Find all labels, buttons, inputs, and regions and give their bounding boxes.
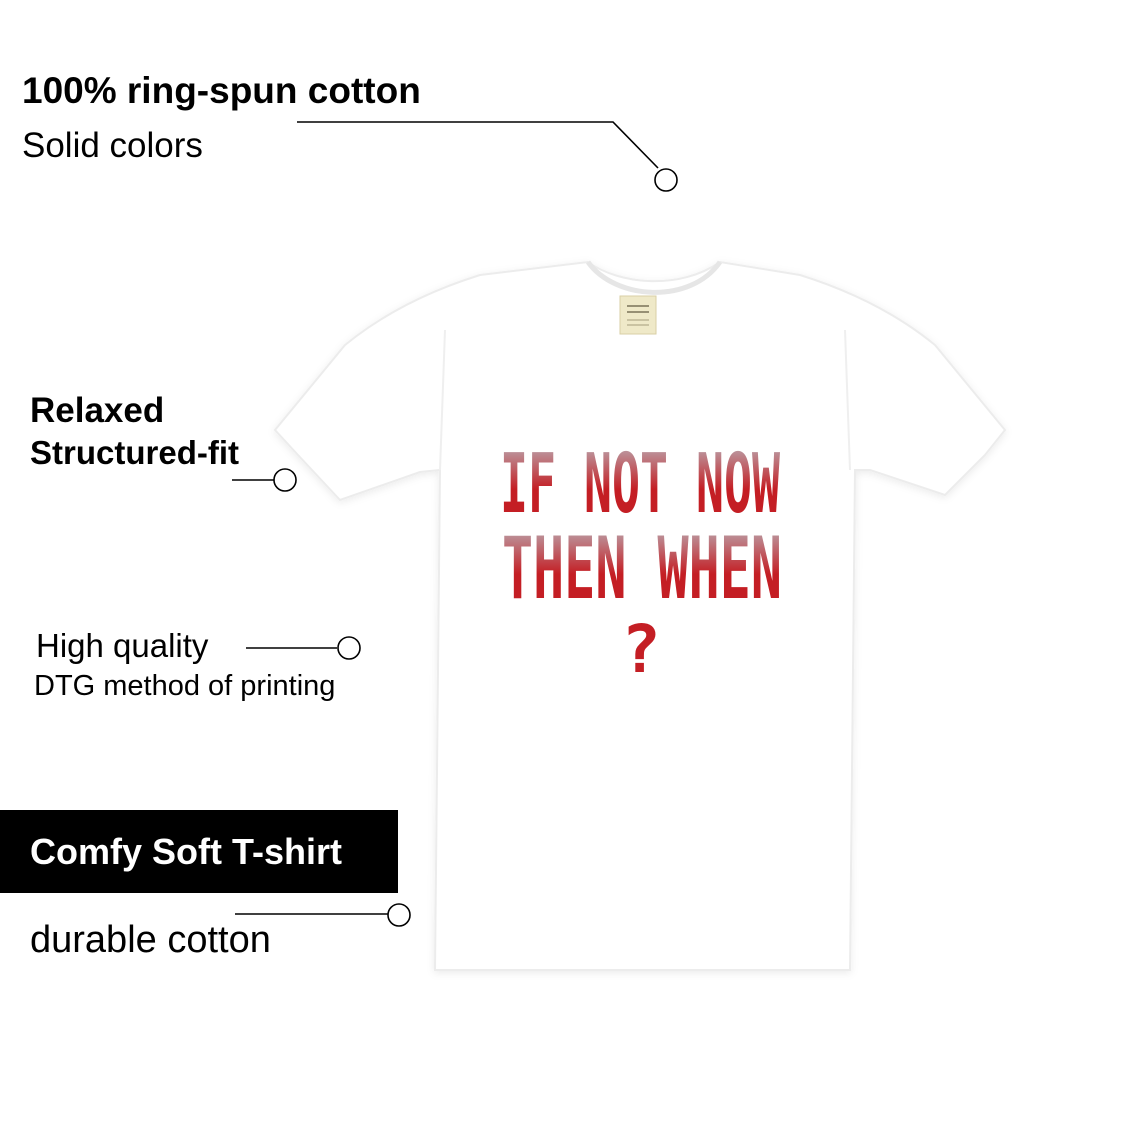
callout-dot-fit xyxy=(273,468,297,492)
print-line-1: IF NOT NOW xyxy=(500,437,780,532)
callout-dot-print xyxy=(337,636,361,660)
print-quality-subtitle: DTG method of printing xyxy=(34,670,336,702)
comfort-subtitle: durable cotton xyxy=(30,919,271,961)
callout-line-fabric xyxy=(297,121,659,169)
neck-label xyxy=(619,295,657,335)
callout-dot-comfort xyxy=(387,903,411,927)
callout-dot-fabric xyxy=(654,168,678,192)
print-line-3: ? xyxy=(621,611,661,688)
fabric-title: 100% ring-spun cotton xyxy=(22,70,421,111)
fit-subtitle: Structured-fit xyxy=(30,434,239,471)
comfort-title: Comfy Soft T-shirt xyxy=(30,830,342,872)
fabric-subtitle: Solid colors xyxy=(22,126,203,165)
print-line-2: THEN WHEN xyxy=(502,519,782,619)
print-quality-title: High quality xyxy=(36,627,209,664)
tshirt-image: IF NOT NOW THEN WHEN ? xyxy=(232,121,1007,971)
comfort-badge: Comfy Soft T-shirt xyxy=(0,810,398,893)
fit-title: Relaxed xyxy=(30,391,165,430)
